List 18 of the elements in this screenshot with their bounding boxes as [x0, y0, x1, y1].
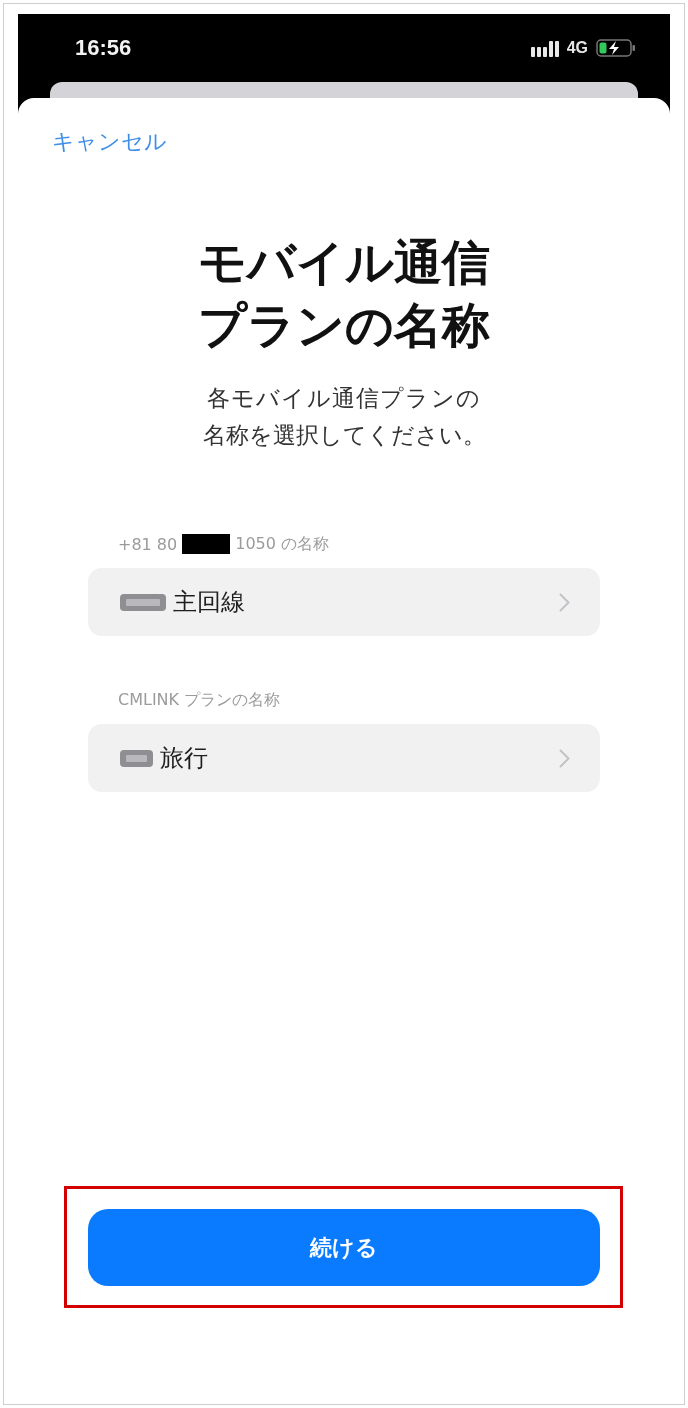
page-subtitle: 各モバイル通信プランの名称を選択してください。 [201, 384, 487, 450]
page-title: モバイル通信プランの名称 [197, 233, 491, 355]
section-label: CMLINK プランの名称 [118, 689, 281, 711]
section-label: 1050 の名称 [235, 533, 330, 555]
sim-badge-icon [120, 749, 153, 767]
chevron-right-icon [559, 592, 570, 612]
plan-name: 主回線 [173, 587, 246, 618]
section-label: +81 80 [118, 534, 178, 554]
plan-row[interactable]: 旅行 [88, 724, 600, 792]
plan-name: 旅行 [160, 743, 209, 774]
network-type: 4G [566, 39, 588, 57]
sim-badge-icon [120, 593, 166, 611]
plan-row[interactable]: 主回線 [88, 568, 600, 636]
chevron-right-icon [559, 748, 570, 768]
continue-button[interactable]: 続ける [88, 1209, 600, 1286]
battery-charging-icon [596, 39, 636, 57]
signal-icon [530, 39, 559, 57]
status-time: 16:56 [75, 35, 132, 61]
